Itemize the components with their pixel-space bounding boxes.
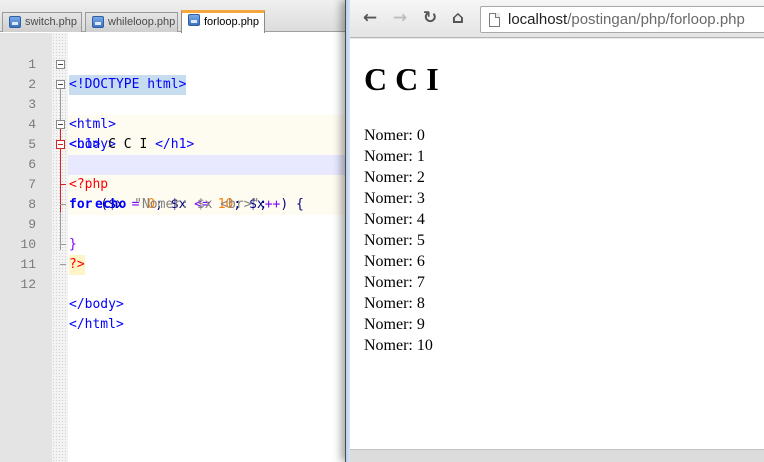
output-line: Nomer: 8: [364, 295, 425, 312]
output-line: Nomer: 7: [364, 274, 425, 291]
tab-forloop-php[interactable]: forloop.php: [181, 10, 265, 33]
browser-window: ← → ↻ ⌂ localhost/postingan/php/forloop.…: [345, 0, 764, 462]
output-lines: Nomer: 0 Nomer: 1 Nomer: 2 Nomer: 3 Nome…: [364, 125, 433, 356]
code-line: 7 echo "Nomer: $x <br>";: [0, 155, 352, 212]
page-icon: [489, 13, 500, 27]
tab-label: switch.php: [25, 16, 77, 28]
reload-icon[interactable]: ↻: [420, 8, 440, 28]
status-bar: [350, 449, 764, 462]
output-line: Nomer: 0: [364, 127, 425, 144]
code-line: 12 </html>: [0, 255, 352, 332]
fold-end-marker: [60, 204, 66, 205]
address-bar[interactable]: localhost/postingan/php/forloop.php: [480, 6, 764, 33]
fold-toggle-icon[interactable]: [56, 140, 65, 149]
code-line: 8 }: [0, 175, 352, 252]
code-line: 5 <?php: [0, 115, 352, 192]
line-number: 12: [20, 277, 36, 292]
output-line: Nomer: 9: [364, 316, 425, 333]
page-viewport: C C I Nomer: 0 Nomer: 1 Nomer: 2 Nomer: …: [350, 39, 764, 449]
output-line: Nomer: 1: [364, 148, 425, 165]
code-editor: switch.php whileloop.php forloop.php 1 <…: [0, 0, 352, 462]
code-line: 2 <html>: [0, 55, 352, 132]
back-arrow-icon[interactable]: ←: [360, 8, 380, 28]
output-line: Nomer: 2: [364, 169, 425, 186]
fold-toggle-icon[interactable]: [56, 60, 65, 69]
fold-toggle-icon[interactable]: [56, 80, 65, 89]
fold-end-marker: [60, 264, 66, 265]
tab-switch-php[interactable]: switch.php: [2, 12, 82, 32]
code-line: 1 <!DOCTYPE html>: [0, 35, 352, 95]
url-text: localhost/postingan/php/forloop.php: [508, 11, 745, 28]
code-lines: 1 <!DOCTYPE html> 2 <html> 3 <body> 4 <h…: [0, 35, 352, 332]
fold-end-marker: [60, 184, 66, 185]
tab-whileloop-php[interactable]: whileloop.php: [85, 12, 178, 32]
code-line: 6 for ($x = 0; $x <= 10; $x++) {: [0, 135, 352, 212]
code-line: 9 ?>: [0, 195, 352, 275]
output-line: Nomer: 5: [364, 232, 425, 249]
fold-end-marker: [60, 244, 66, 245]
code-line: 11 </body>: [0, 235, 352, 312]
editor-tab-bar: switch.php whileloop.php forloop.php: [0, 0, 352, 33]
output-line: Nomer: 4: [364, 211, 425, 228]
home-icon[interactable]: ⌂: [448, 8, 468, 28]
tab-label: whileloop.php: [108, 16, 176, 28]
code-line: 4 <h1> C C I </h1>: [0, 95, 352, 152]
code-text: </html>: [69, 317, 124, 332]
php-file-icon: [9, 16, 21, 28]
code-text: </body>: [69, 297, 124, 312]
code-line: 3 <body>: [0, 75, 352, 152]
php-file-icon: [188, 14, 200, 26]
output-line: Nomer: 10: [364, 337, 433, 354]
forward-arrow-icon[interactable]: →: [390, 8, 410, 28]
page-heading: C C I: [364, 61, 439, 97]
output-line: Nomer: 6: [364, 253, 425, 270]
browser-toolbar: ← → ↻ ⌂ localhost/postingan/php/forloop.…: [350, 0, 764, 38]
php-file-icon: [92, 16, 104, 28]
output-line: Nomer: 3: [364, 190, 425, 207]
code-line: 10: [0, 215, 352, 252]
tab-label: forloop.php: [204, 16, 260, 28]
fold-toggle-icon[interactable]: [56, 120, 65, 129]
